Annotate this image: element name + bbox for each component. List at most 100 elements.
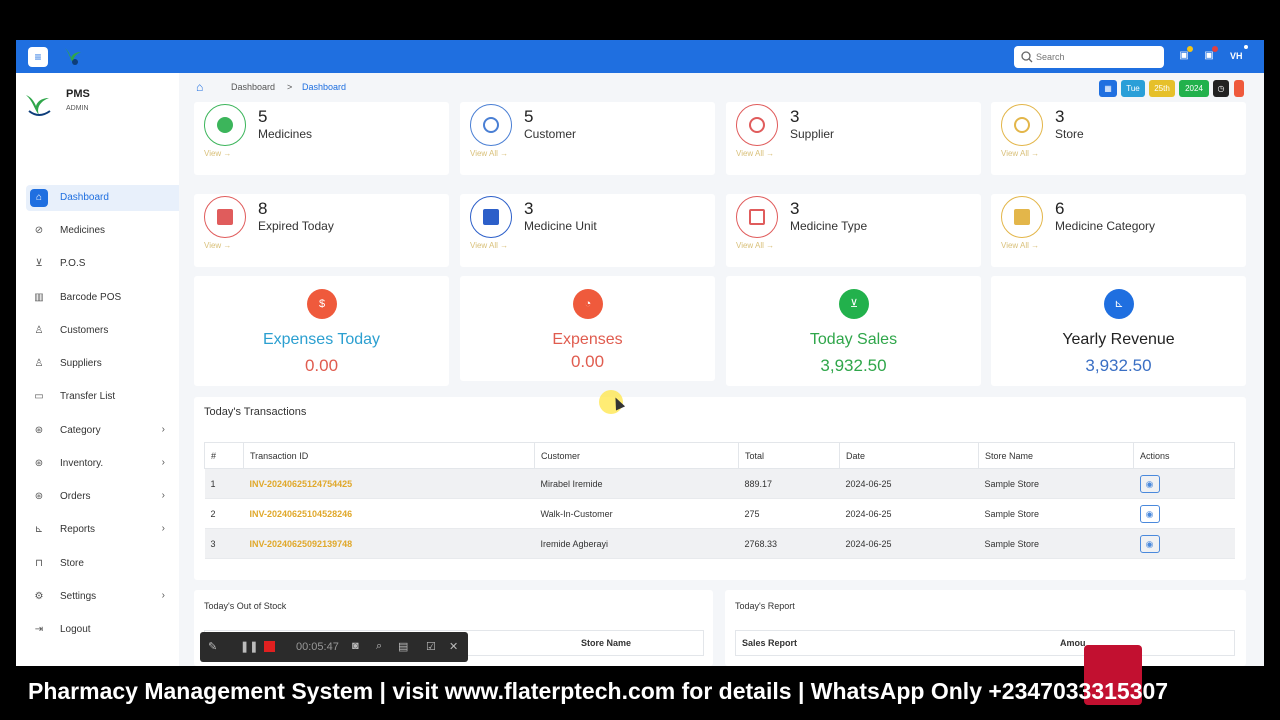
sidebar-item-barcode-pos[interactable]: ▥ Barcode POS — [26, 285, 179, 311]
store-icon: ⊓ — [35, 558, 43, 569]
view-all-link[interactable]: View All → — [470, 149, 508, 158]
user-icon: ♙ — [34, 358, 44, 369]
sidebar-item-settings[interactable]: ⚙ Settings › — [26, 584, 179, 610]
column-header: Store Name — [978, 442, 1134, 469]
report-table-header: Sales Report Amou — [735, 630, 1235, 656]
notification-dot — [1187, 46, 1193, 52]
close-icon[interactable]: ✕ — [449, 640, 458, 653]
view-link-label: View All — [470, 149, 498, 158]
cell-total: 275 — [738, 498, 840, 529]
pie-chart-icon: ◔ — [573, 289, 603, 319]
stat-value: 5 — [524, 107, 534, 126]
stop-icon[interactable] — [264, 641, 275, 652]
view-button[interactable]: ◉ — [1139, 474, 1160, 493]
view-button[interactable]: ◉ — [1139, 534, 1160, 553]
finance-card-expenses-today: $ Expenses Today 0.00 — [194, 276, 449, 386]
pen-icon[interactable]: ✎ — [208, 640, 217, 653]
sidebar-item-label: Transfer List — [60, 391, 116, 402]
view-all-link[interactable]: View All → — [736, 149, 774, 158]
gear-icon: ⊛ — [34, 458, 44, 469]
chevron-right-icon: › — [161, 523, 165, 534]
finance-value: 0.00 — [570, 352, 605, 371]
column-header: Customer — [534, 442, 739, 469]
sidebar-item-dashboard[interactable]: ⌂ Dashboard — [26, 185, 179, 211]
cell-total: 2768.33 — [738, 528, 840, 559]
sidebar-item-logout[interactable]: ⇥ Logout — [26, 617, 179, 643]
video-caption: Pharmacy Management System | visit www.f… — [28, 678, 1169, 704]
cell-customer: Mirabel Iremide — [534, 468, 739, 499]
sidebar-item-label: Suppliers — [60, 358, 102, 369]
view-link[interactable]: View → — [204, 241, 231, 250]
sidebar-item-reports[interactable]: ⊾ Reports › — [26, 517, 179, 543]
stat-card-supplier: 3 Supplier View All → — [726, 102, 981, 175]
transaction-id-link[interactable]: INV-20240625092139748 — [243, 528, 535, 559]
stat-card-medicines: 5 Medicines View → — [194, 102, 449, 175]
stat-label: Supplier — [790, 127, 835, 141]
sidebar-item-category[interactable]: ⊛ Category › — [26, 418, 179, 444]
hamburger-menu-button[interactable]: ≡ — [28, 47, 48, 67]
transaction-id-link[interactable]: INV-20240625124754425 — [243, 468, 535, 499]
stat-card-customer: 5 Customer View All → — [460, 102, 715, 175]
grid-icon — [1001, 196, 1043, 238]
user-icon — [470, 104, 512, 146]
breadcrumb-root[interactable]: Dashboard — [231, 82, 275, 92]
sidebar-item-orders[interactable]: ⊛ Orders › — [26, 484, 179, 510]
brand-name: PMS — [66, 88, 90, 100]
home-icon[interactable]: ⌂ — [196, 80, 203, 94]
breadcrumb-separator: > — [287, 82, 293, 92]
image-icon — [204, 196, 246, 238]
view-button[interactable]: ◉ — [1139, 504, 1160, 523]
gear-icon: ⊛ — [34, 425, 44, 436]
brand-logo — [26, 95, 51, 116]
view-link-label: View All — [1001, 149, 1029, 158]
finance-label: Today Sales — [809, 331, 898, 348]
sidebar-item-suppliers[interactable]: ♙ Suppliers — [26, 351, 179, 377]
sidebar-item-pos[interactable]: ⊻ P.O.S — [26, 251, 179, 277]
dollar-icon: $ — [307, 289, 337, 319]
sidebar-item-medicines[interactable]: ⊘ Medicines — [26, 218, 179, 244]
camera-icon[interactable]: ◙ — [352, 640, 359, 652]
out-of-stock-title: Today's Out of Stock — [204, 601, 287, 611]
view-all-link[interactable]: View All → — [736, 241, 774, 250]
view-all-link[interactable]: View All → — [470, 241, 508, 250]
table-row: 3 INV-20240625092139748 Iremide Agberayi… — [204, 528, 1235, 559]
sidebar-item-transfer-list[interactable]: ▭ Transfer List — [26, 384, 179, 410]
sidebar-item-store[interactable]: ⊓ Store — [26, 551, 179, 577]
transaction-id-link[interactable]: INV-20240625104528246 — [243, 498, 535, 529]
view-link-label: View — [204, 241, 222, 250]
comment-icon[interactable]: ▤ — [398, 640, 408, 653]
recording-time: 00:05:47 — [296, 641, 339, 653]
map-icon: ▭ — [34, 391, 44, 402]
top-bar: ≡ ▣ ▣ VH — [16, 40, 1264, 73]
status-chip — [1234, 80, 1244, 97]
brand-role: ADMIN — [66, 105, 89, 112]
today-report-title: Today's Report — [735, 601, 795, 611]
view-all-link[interactable]: View All → — [1001, 241, 1039, 250]
sidebar-item-inventory[interactable]: ⊛ Inventory. › — [26, 451, 179, 477]
chevron-right-icon: › — [161, 590, 165, 601]
cell-store: Sample Store — [978, 528, 1134, 559]
stat-label: Medicine Unit — [524, 219, 597, 233]
zoom-icon[interactable]: ⌕ — [376, 640, 382, 653]
cell-store: Sample Store — [978, 468, 1134, 499]
view-link-label: View — [204, 149, 222, 158]
year-chip: 2024 — [1179, 80, 1209, 97]
view-link[interactable]: View → — [204, 149, 231, 158]
sidebar-item-label: Logout — [60, 624, 91, 635]
search-box[interactable] — [1014, 46, 1164, 68]
view-all-link[interactable]: View All → — [1001, 149, 1039, 158]
pause-icon[interactable]: ❚❚ — [240, 640, 258, 653]
view-link-label: View All — [736, 149, 764, 158]
edit-icon[interactable]: ☑ — [426, 640, 436, 653]
eye-icon: ◉ — [1145, 508, 1154, 519]
column-header: Transaction ID — [243, 442, 535, 469]
sidebar-item-customers[interactable]: ♙ Customers — [26, 318, 179, 344]
finance-value: 0.00 — [304, 356, 339, 375]
search-input[interactable] — [1036, 49, 1156, 65]
barcode-icon: ▥ — [34, 292, 44, 303]
cart-icon: ⊻ — [839, 289, 869, 319]
pill-icon: ⊘ — [34, 225, 44, 236]
user-avatar[interactable]: VH — [1230, 47, 1243, 65]
cell-index: 2 — [204, 498, 244, 529]
view-link-label: View All — [736, 241, 764, 250]
